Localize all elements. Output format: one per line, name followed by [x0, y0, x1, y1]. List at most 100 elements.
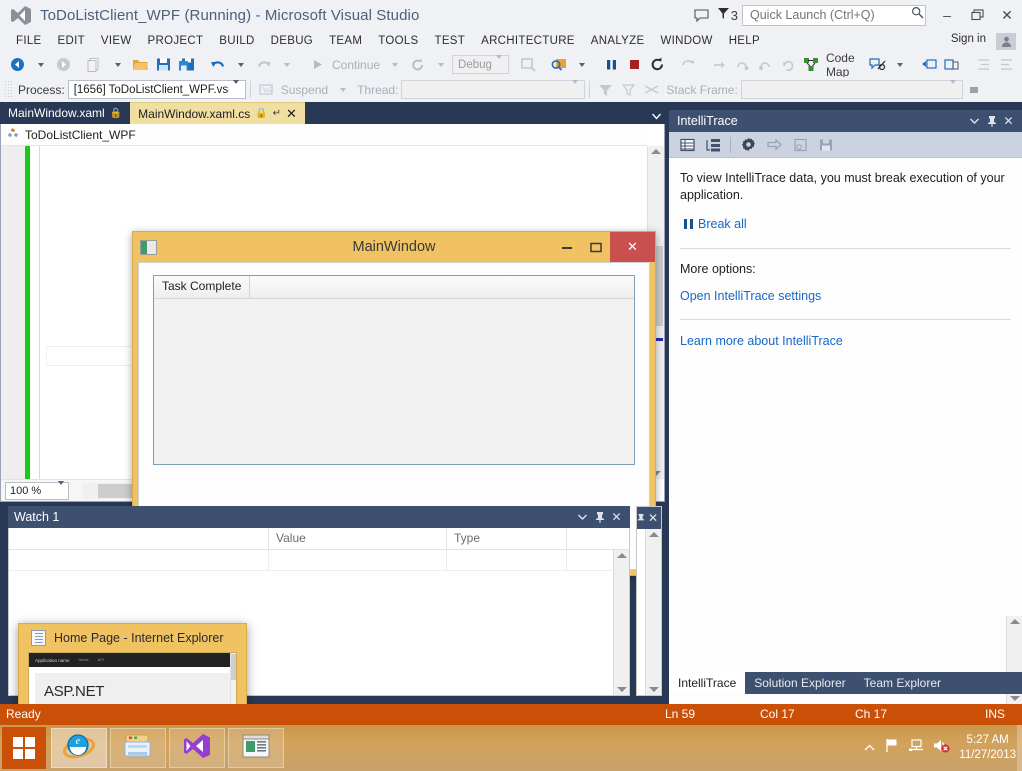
new-item-icon[interactable]: [83, 54, 106, 76]
scroll-up-icon[interactable]: [649, 532, 659, 537]
pin-icon[interactable]: 🔒: [255, 108, 267, 119]
tab-mainwindow-xaml[interactable]: MainWindow.xaml 🔒: [0, 102, 131, 124]
feedback-icon[interactable]: [687, 1, 717, 29]
find-in-files-icon[interactable]: [548, 54, 571, 76]
scroll-up-icon[interactable]: [617, 553, 627, 558]
continue-dropdown[interactable]: [383, 54, 406, 76]
stack-frame-combo[interactable]: [740, 79, 963, 99]
chevron-down-icon[interactable]: [967, 112, 982, 130]
menu-item-tools[interactable]: TOOLS: [370, 32, 426, 50]
scroll-down-icon[interactable]: [1010, 696, 1020, 701]
continue-label[interactable]: Continue: [329, 58, 383, 72]
menu-item-view[interactable]: VIEW: [93, 32, 140, 50]
column-header-task-complete[interactable]: Task Complete: [154, 276, 251, 298]
account-icon[interactable]: [996, 33, 1016, 50]
process-combo[interactable]: [1656] ToDoListClient_WPF.vshost: [67, 79, 246, 99]
mainwindow-close-button[interactable]: ✕: [610, 232, 655, 262]
hide-comments-icon[interactable]: [866, 54, 889, 76]
restore-button[interactable]: [962, 0, 992, 30]
cell-name[interactable]: [9, 550, 269, 570]
new-item-dropdown[interactable]: [106, 54, 129, 76]
pin-icon[interactable]: [592, 508, 607, 526]
windows-start-icon[interactable]: [2, 727, 46, 769]
find-dropdown[interactable]: [571, 54, 594, 76]
quick-launch-box[interactable]: [742, 4, 926, 26]
scroll-up-icon[interactable]: [1010, 619, 1020, 624]
close-icon[interactable]: ✕: [648, 509, 658, 527]
cell-value[interactable]: [269, 550, 447, 570]
learn-more-intellitrace-link[interactable]: Learn more about IntelliTrace: [680, 334, 843, 348]
mainwindow-title-bar[interactable]: MainWindow ✕: [133, 232, 655, 262]
break-all-link[interactable]: Break all: [684, 217, 747, 231]
code-map-label[interactable]: Code Map: [823, 51, 858, 79]
taskbar-item-internet-explorer[interactable]: e: [51, 728, 107, 768]
menu-item-test[interactable]: TEST: [427, 32, 474, 50]
tab-intellitrace[interactable]: IntelliTrace: [669, 672, 746, 694]
undo-icon[interactable]: [206, 54, 229, 76]
menu-item-file[interactable]: FILE: [8, 32, 50, 50]
menu-item-team[interactable]: TEAM: [321, 32, 370, 50]
editor-zoom-combo[interactable]: 100 %: [5, 480, 69, 500]
volume-muted-icon[interactable]: [933, 738, 950, 758]
mainwindow-minimize-button[interactable]: [552, 232, 581, 262]
save-icon[interactable]: [152, 54, 175, 76]
table-row[interactable]: [9, 550, 629, 571]
notifications-group[interactable]: 3: [717, 7, 738, 23]
watch-vertical-scrollbar[interactable]: [613, 550, 629, 695]
uncomment-selection-icon[interactable]: [941, 54, 964, 76]
navigate-back-dropdown[interactable]: [29, 54, 52, 76]
navigate-back-icon[interactable]: [6, 54, 29, 76]
watch-side-scrollbar[interactable]: [645, 529, 661, 695]
toolbar2-overflow-icon[interactable]: [963, 79, 986, 101]
column-header-value[interactable]: Value: [269, 528, 447, 549]
all-events-list-icon[interactable]: [675, 134, 699, 156]
comment-selection-icon[interactable]: [918, 54, 941, 76]
close-icon[interactable]: ✕: [1001, 112, 1016, 130]
tab-solution-explorer[interactable]: Solution Explorer: [745, 672, 854, 694]
scroll-down-icon[interactable]: [649, 687, 659, 692]
cell-type[interactable]: [447, 550, 567, 570]
code-map-icon[interactable]: [800, 54, 823, 76]
open-intellitrace-settings-link[interactable]: Open IntelliTrace settings: [680, 289, 821, 303]
mainwindow-maximize-button[interactable]: [581, 232, 610, 262]
column-header-type[interactable]: Type: [447, 528, 567, 549]
redo-dropdown[interactable]: [275, 54, 298, 76]
menu-item-project[interactable]: PROJECT: [140, 32, 212, 50]
pin-icon[interactable]: [637, 509, 646, 527]
debug-location-grip[interactable]: [3, 80, 12, 99]
tab-team-explorer[interactable]: Team Explorer: [855, 672, 950, 694]
close-button[interactable]: ✕: [992, 0, 1022, 30]
restart-debugging-icon[interactable]: [646, 54, 669, 76]
menu-item-debug[interactable]: DEBUG: [263, 32, 321, 50]
menu-item-build[interactable]: BUILD: [211, 32, 262, 50]
breadcrumb[interactable]: ToDoListClient_WPF: [1, 124, 647, 146]
editor-gutter[interactable]: [1, 146, 25, 479]
taskbar-item-file-explorer[interactable]: [110, 728, 166, 768]
task-list-grid[interactable]: Task Complete: [153, 275, 635, 465]
pin-icon[interactable]: 🔒: [110, 108, 122, 119]
menu-item-analyze[interactable]: ANALYZE: [583, 32, 653, 50]
save-all-icon[interactable]: [175, 54, 198, 76]
taskbar-item-visual-studio[interactable]: [169, 728, 225, 768]
thread-combo[interactable]: [401, 79, 586, 99]
show-hidden-icons-icon[interactable]: [864, 739, 875, 757]
menu-item-edit[interactable]: EDIT: [50, 32, 93, 50]
restart-dropdown[interactable]: [429, 54, 452, 76]
minimize-button[interactable]: –: [932, 0, 962, 30]
solution-configuration-combo[interactable]: Debug: [452, 54, 509, 74]
gear-icon[interactable]: [736, 134, 760, 156]
network-icon[interactable]: [908, 738, 924, 758]
unpin-icon[interactable]: ↵: [273, 108, 281, 119]
calls-view-icon[interactable]: [701, 134, 725, 156]
clock[interactable]: 5:27 AM 11/27/2013: [959, 733, 1016, 763]
suspend-label[interactable]: Suspend: [278, 83, 331, 97]
suspend-dropdown[interactable]: [331, 79, 354, 101]
task-list-rows[interactable]: [154, 299, 634, 464]
flag-action-center-icon[interactable]: [884, 738, 899, 758]
close-icon[interactable]: ✕: [286, 107, 297, 120]
column-header-name[interactable]: Name: [9, 528, 269, 549]
search-icon[interactable]: [911, 6, 924, 24]
quick-launch-input[interactable]: [750, 8, 911, 22]
hide-comments-dropdown[interactable]: [889, 54, 912, 76]
menu-item-architecture[interactable]: ARCHITECTURE: [473, 32, 583, 50]
